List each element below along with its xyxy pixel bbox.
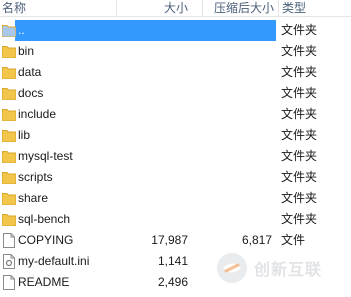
file-compressed-size (202, 209, 272, 230)
file-name: data (18, 65, 42, 79)
file-row[interactable]: docs 文件夹 (0, 83, 351, 104)
file-size (116, 41, 192, 62)
folder-icon (2, 149, 16, 164)
file-row[interactable]: data 文件夹 (0, 62, 351, 83)
file-type: 文件夹 (281, 23, 318, 37)
file-icon (2, 275, 16, 290)
column-type-header[interactable]: 类型 (278, 0, 351, 17)
file-size: 17,987 (151, 233, 188, 247)
file-name: sql-bench (18, 212, 71, 226)
file-type: 文件夹 (281, 86, 318, 100)
file-compressed-size (202, 104, 272, 125)
file-name: docs (18, 86, 44, 100)
file-row[interactable]: bin 文件夹 (0, 41, 351, 62)
file-type: 文件夹 (281, 191, 318, 205)
file-name: .. (18, 23, 25, 37)
file-name: COPYING (18, 233, 74, 247)
file-type: 文件夹 (281, 65, 318, 79)
file-name: share (18, 191, 49, 205)
file-row[interactable]: COPYING 17,987 6,817 文件 (0, 230, 351, 251)
file-row[interactable]: mysql-test 文件夹 (0, 146, 351, 167)
file-type: 文件夹 (281, 149, 318, 163)
file-row[interactable]: lib 文件夹 (0, 125, 351, 146)
file-compressed-size (202, 146, 272, 167)
ini-file-icon (2, 254, 16, 269)
file-compressed-size (202, 188, 272, 209)
file-name: lib (18, 128, 31, 142)
file-name: scripts (18, 170, 53, 184)
folder-icon (2, 170, 16, 185)
file-icon (2, 233, 16, 248)
file-size (116, 146, 192, 167)
watermark-logo-icon (217, 253, 247, 283)
file-compressed-size (202, 167, 272, 188)
column-name-header[interactable]: 名称 (2, 0, 26, 17)
file-size (116, 20, 192, 41)
file-type: 文件夹 (281, 128, 318, 142)
file-size (116, 62, 192, 83)
file-size (116, 209, 192, 230)
file-row[interactable]: share 文件夹 (0, 188, 351, 209)
folder-icon (2, 86, 16, 101)
file-name: mysql-test (18, 149, 73, 163)
file-type: 文件夹 (281, 44, 318, 58)
file-compressed-size (202, 83, 272, 104)
folder-icon (2, 128, 16, 143)
file-size: 1,141 (157, 254, 188, 268)
archive-file-list: 名称 大小 压缩后大小 类型 .. 文件夹 bin 文件夹 data 文件夹 docs 文件夹… (0, 0, 351, 297)
watermark: 创新互联 (214, 251, 351, 285)
file-compressed-size (202, 41, 272, 62)
file-type: 文件夹 (281, 170, 318, 184)
folder-icon (2, 212, 16, 227)
file-row[interactable]: scripts 文件夹 (0, 167, 351, 188)
folder-icon (2, 107, 16, 122)
file-size (116, 125, 192, 146)
file-name: my-default.ini (18, 254, 90, 268)
file-size (116, 188, 192, 209)
file-type: 文件夹 (281, 107, 318, 121)
file-compressed-size (202, 62, 272, 83)
file-type: 文件夹 (281, 212, 318, 226)
file-size (116, 83, 192, 104)
file-compressed-size: 6,817 (241, 233, 272, 247)
file-name: README (18, 275, 70, 289)
file-row[interactable]: .. 文件夹 (0, 20, 351, 41)
folder-icon (2, 44, 16, 59)
column-header: 名称 大小 压缩后大小 类型 (0, 0, 351, 17)
watermark-text: 创新互联 (254, 260, 323, 279)
folder-up-icon (2, 23, 16, 38)
file-size (116, 167, 192, 188)
file-name: include (18, 107, 57, 121)
file-compressed-size (202, 125, 272, 146)
column-size-header[interactable]: 大小 (116, 0, 192, 17)
file-row[interactable]: include 文件夹 (0, 104, 351, 125)
file-row[interactable]: sql-bench 文件夹 (0, 209, 351, 230)
file-name: bin (18, 44, 35, 58)
file-compressed-size (202, 20, 272, 41)
folder-icon (2, 65, 16, 80)
file-type: 文件 (281, 233, 306, 247)
file-size (116, 104, 192, 125)
folder-icon (2, 191, 16, 206)
column-compressed-size-header[interactable]: 压缩后大小 (202, 0, 274, 17)
file-size: 2,496 (157, 275, 188, 289)
